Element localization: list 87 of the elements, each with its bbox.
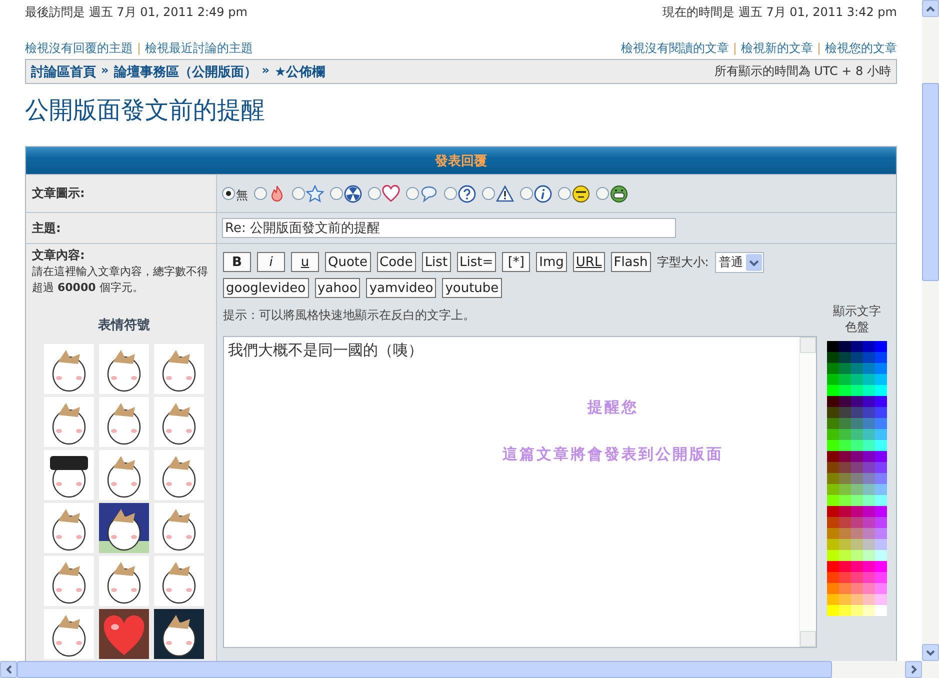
scrollbar[interactable] <box>799 337 816 647</box>
search-link[interactable]: 檢視您的文章 <box>825 40 897 56</box>
subject-field[interactable]: Re: 公開版面發文前的提醒 <box>222 218 676 238</box>
emoticon-icon[interactable] <box>44 397 94 447</box>
emoticon-icon[interactable] <box>44 344 94 394</box>
format-button[interactable]: [*] <box>502 252 530 272</box>
option-label: 無 <box>236 187 248 204</box>
speech-bubble-icon <box>420 184 438 202</box>
format-button[interactable]: Quote <box>325 252 371 272</box>
emoticon-icon[interactable] <box>154 344 204 394</box>
breadcrumb-link[interactable]: 論壇事務區（公開版面） <box>114 62 257 80</box>
search-link[interactable]: 檢視新的文章 <box>740 40 813 56</box>
breadcrumb-separator: » <box>262 62 270 78</box>
font-size-select[interactable]: 普通 <box>714 252 764 272</box>
emoticon-icon[interactable] <box>154 503 204 553</box>
emoticon-icon[interactable] <box>154 450 204 500</box>
horizontal-scrollbar[interactable] <box>0 661 939 678</box>
radio-button[interactable] <box>330 187 343 200</box>
timezone-text: 所有顯示的時間為 UTC + 8 小時 <box>714 63 891 80</box>
media-button[interactable]: yamvideo <box>366 278 436 298</box>
emoticon-icon[interactable] <box>154 609 204 659</box>
emoticon-icon[interactable] <box>99 450 149 500</box>
search-link[interactable]: 檢視最近討論的主題 <box>145 40 254 56</box>
emoticons-title: 表情符號 <box>97 317 151 334</box>
last-visit-text: 最後訪問是 週五 7月 01, 2011 2:49 pm <box>25 4 248 20</box>
search-link[interactable]: 檢視沒有回覆的主題 <box>25 40 133 56</box>
palette-label: 顯示文字色盤 <box>832 303 882 335</box>
radio-button[interactable] <box>596 187 609 200</box>
smiley-icon <box>610 184 628 202</box>
star-icon <box>306 184 324 202</box>
format-button[interactable]: Img <box>536 252 567 272</box>
radiation-icon <box>344 184 362 202</box>
emoticon-icon[interactable] <box>44 609 94 659</box>
format-button[interactable]: List= <box>456 252 496 272</box>
link-separator: | <box>137 40 142 56</box>
radio-button[interactable] <box>292 187 305 200</box>
emoticon-icon[interactable] <box>99 397 149 447</box>
message-hint: 請在這裡輸入文章內容，總字數不得超過 60000 個字元。 <box>32 264 209 296</box>
notice-text: 這篇文章將會發表到公開版面 <box>502 445 724 464</box>
emoticon-icon[interactable] <box>99 503 149 553</box>
format-button[interactable]: i <box>257 252 285 272</box>
format-button[interactable]: Flash <box>610 252 651 272</box>
tip-text: 提示：可以將風格快速地顯示在反白的文字上。 <box>223 307 476 324</box>
breadcrumb-link[interactable]: 討論區首頁 <box>31 62 96 80</box>
link-separator: | <box>732 40 737 56</box>
breadcrumb-separator: » <box>101 62 109 78</box>
format-button[interactable]: List <box>422 252 451 272</box>
radio-button[interactable] <box>520 187 533 200</box>
emoticon-icon[interactable] <box>44 450 94 500</box>
emoticon-icon[interactable] <box>154 397 204 447</box>
media-button[interactable]: yahoo <box>314 278 360 298</box>
field-label: 文章圖示: <box>32 185 85 202</box>
font-size-label: 字型大小: <box>656 254 709 270</box>
media-button[interactable]: googlevideo <box>223 278 309 298</box>
format-button[interactable]: URL <box>572 252 605 272</box>
smiley-icon <box>572 184 590 202</box>
notice-text: 提醒您 <box>588 398 638 417</box>
warning-icon <box>496 184 514 202</box>
info-icon <box>534 184 552 202</box>
breadcrumb-link[interactable]: ★公佈欄 <box>274 62 326 80</box>
field-label: 文章內容: <box>32 247 86 264</box>
radio-button[interactable] <box>222 187 235 200</box>
vertical-scrollbar[interactable] <box>922 0 939 661</box>
radio-button[interactable] <box>254 187 267 200</box>
question-icon <box>458 184 476 202</box>
search-link[interactable]: 檢視沒有閱讀的文章 <box>620 40 729 56</box>
radio-button[interactable] <box>558 187 571 200</box>
topic-title[interactable]: 公開版面發文前的提醒 <box>25 94 897 126</box>
emoticon-icon[interactable] <box>44 503 94 553</box>
format-button[interactable]: u <box>291 252 319 272</box>
color-palette[interactable] <box>827 341 887 616</box>
emoticon-icon[interactable] <box>99 556 149 606</box>
radio-button[interactable] <box>444 187 457 200</box>
radio-button[interactable] <box>482 187 495 200</box>
field-label: 主題: <box>32 220 61 236</box>
emoticon-icon[interactable] <box>44 556 94 606</box>
form-title: 發表回覆 <box>435 152 487 170</box>
radio-button[interactable] <box>406 187 419 200</box>
format-button[interactable]: B <box>223 252 251 272</box>
emoticon-icon[interactable] <box>154 556 204 606</box>
emoticon-icon[interactable] <box>99 344 149 394</box>
format-button[interactable]: Code <box>376 252 416 272</box>
current-time-text: 現在的時間是 週五 7月 01, 2011 3:42 pm <box>662 4 897 20</box>
radio-button[interactable] <box>368 187 381 200</box>
media-button[interactable]: youtube <box>442 278 502 298</box>
link-separator: | <box>816 40 821 56</box>
heart-icon <box>382 184 400 202</box>
